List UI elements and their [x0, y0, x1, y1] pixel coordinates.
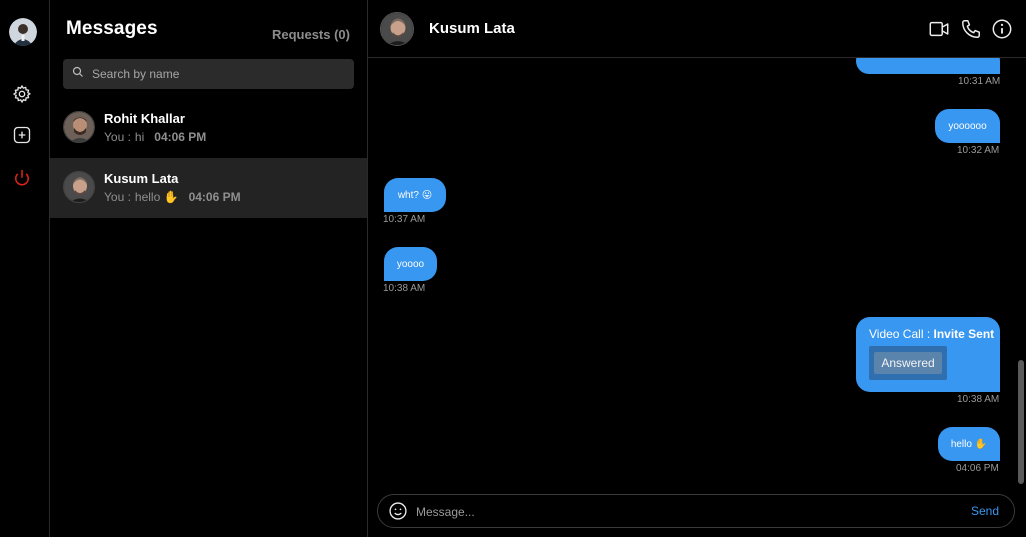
message-composer: Send [377, 494, 1015, 528]
answered-chip: Answered [869, 346, 947, 380]
preview-time: 04:06 PM [154, 130, 207, 144]
message-bubble-outgoing: hello ✋ [938, 427, 1000, 461]
video-call-bubble: Video Call : Invite Sent Answered [856, 317, 1000, 392]
message-input[interactable] [416, 502, 936, 522]
invite-status: Invite Sent [933, 327, 995, 341]
phone-call-icon[interactable] [960, 18, 982, 40]
you-label: You : [104, 130, 131, 144]
search-box[interactable] [63, 59, 354, 89]
message-text: yoooo [396, 258, 425, 270]
message-bubble-incoming: wht? 😛 [384, 178, 446, 212]
smiley-icon[interactable] [388, 501, 408, 521]
video-call-icon[interactable] [928, 18, 950, 40]
thread-scrollbar[interactable] [1018, 360, 1024, 484]
preview-text: hi [134, 130, 145, 144]
chat-header: Kusum Lata [368, 0, 1026, 58]
video-call-line: Video Call : Invite Sent [869, 327, 994, 341]
you-label: You : [104, 190, 131, 204]
avatar [63, 111, 95, 143]
message-time: 10:32 AM [957, 145, 1000, 156]
search-icon [72, 65, 84, 83]
conversation-item-active[interactable]: Kusum Lata You : hello ✋ 04:06 PM [50, 158, 367, 218]
message-time: 10:37 AM [383, 214, 426, 225]
message-time: 10:38 AM [383, 283, 426, 294]
nav-rail [0, 0, 50, 537]
conversation-preview: You : hello ✋ 04:06 PM [104, 190, 241, 204]
settings-gear-icon[interactable] [11, 83, 33, 105]
avatar [63, 171, 95, 203]
message-text: hello ✋ [950, 438, 988, 450]
answered-button[interactable]: Answered [874, 352, 942, 374]
contact-name: Kusum Lata [429, 20, 515, 37]
messages-heading: Messages [66, 18, 158, 39]
conversation-list-panel: Messages Requests (0) Rohit Khallar You … [50, 0, 368, 537]
message-text: wht? 😛 [397, 189, 433, 201]
conversation-name: Kusum Lata [104, 171, 179, 186]
conversation-preview: You : hi 04:06 PM [104, 130, 206, 144]
message-text: yoooooo [948, 120, 987, 132]
preview-text: hello ✋ [134, 190, 179, 204]
message-bubble-incoming: yoooo [384, 247, 437, 281]
message-thread: 10:31 AM yoooooo 10:32 AM wht? 😛 10:37 A… [368, 58, 1026, 488]
new-message-plus-icon[interactable] [11, 124, 33, 146]
info-icon[interactable] [991, 18, 1013, 40]
message-bubble-partial [856, 58, 1000, 74]
chat-panel: Kusum Lata 10:31 AM yoooooo 10:32 AM wht… [368, 0, 1026, 537]
video-call-label: Video Call : [869, 327, 931, 341]
conversation-item[interactable]: Rohit Khallar You : hi 04:06 PM [50, 98, 367, 158]
profile-avatar[interactable] [9, 18, 37, 46]
power-logout-icon[interactable] [11, 167, 33, 189]
preview-time: 04:06 PM [188, 190, 241, 204]
message-bubble-outgoing: yoooooo [935, 109, 1000, 143]
requests-link[interactable]: Requests (0) [272, 27, 350, 42]
message-time: 04:06 PM [956, 463, 999, 474]
send-button[interactable]: Send [971, 504, 999, 518]
message-time: 10:38 AM [957, 394, 1000, 405]
message-time: 10:31 AM [958, 76, 1001, 87]
contact-avatar[interactable] [380, 12, 414, 46]
search-input[interactable] [92, 67, 332, 81]
conversation-name: Rohit Khallar [104, 111, 185, 126]
